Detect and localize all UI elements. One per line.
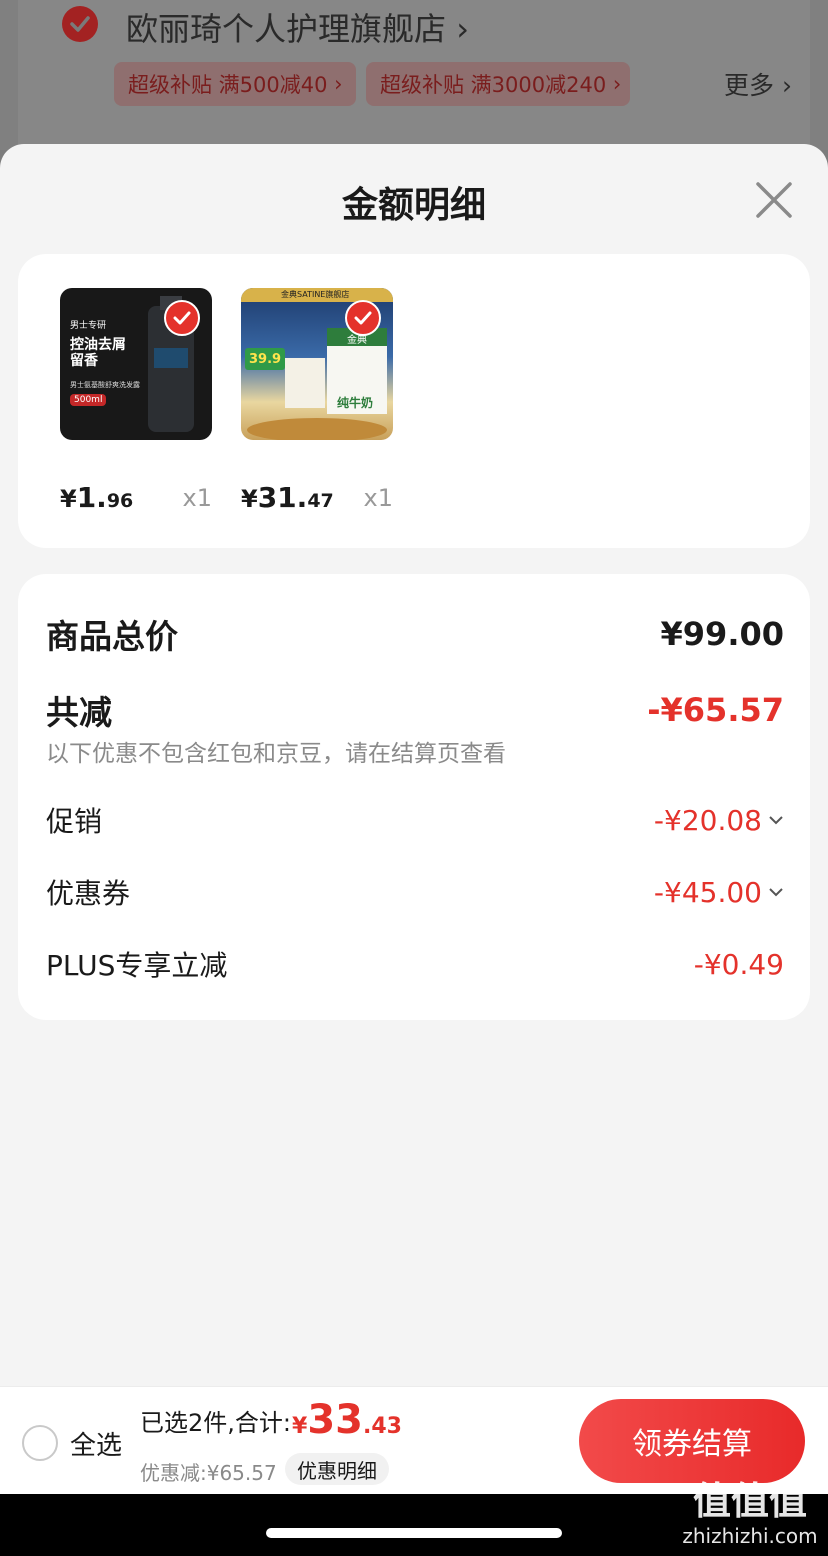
coupon-label: 优惠券 [46, 877, 131, 910]
promotion-value: -¥20.08 [654, 804, 784, 837]
price-row: ¥1.96 x1 [60, 478, 212, 518]
chevron-down-icon [769, 888, 783, 897]
products-card: 男士专研 控油去屑 留香 男士氨基酸舒爽洗发露 500ml ¥1.96 x1 金… [18, 254, 810, 548]
product-item[interactable]: 男士专研 控油去屑 留香 男士氨基酸舒爽洗发露 500ml ¥1.96 x1 [60, 288, 212, 518]
coupon-value: -¥45.00 [654, 876, 784, 909]
product-item[interactable]: 金典SATINE旗舰店 39.9 纯牛奶 金典 ¥31.47 x1 [241, 288, 393, 518]
chevron-right-icon: › [446, 10, 469, 48]
discount-amount-text: 优惠减:¥65.57 [140, 1461, 277, 1485]
watermark-logo: 值值值 [692, 1479, 807, 1523]
promo-tag: 超级补贴 满500减40 › [114, 62, 356, 106]
store-check-icon [62, 6, 98, 42]
more-link: 更多 › [724, 71, 792, 100]
thumb-text: 39.9 [249, 352, 282, 367]
coupon-row[interactable]: 优惠券 -¥45.00 [46, 872, 784, 912]
background-overlay: 欧丽琦个人护理旗舰店 › 超级补贴 满500减40 › 超级补贴 满3000减2… [0, 0, 828, 150]
price-summary-card: 商品总价 ¥99.00 共减 -¥65.57 以下优惠不包含红包和京豆，请在结算… [18, 574, 810, 1020]
amount-detail-sheet: 金额明细 男士专研 控油去屑 留香 男士氨基酸舒爽洗发露 500ml ¥1.96… [0, 144, 828, 1494]
total-price-label: 商品总价 [46, 617, 178, 656]
plus-discount-label: PLUS专享立减 [46, 949, 228, 982]
thumb-text: 金典SATINE旗舰店 [281, 290, 350, 299]
product-quantity: x1 [182, 484, 212, 512]
total-reduce-label: 共减 [46, 693, 112, 732]
promotion-row[interactable]: 促销 -¥20.08 [46, 800, 784, 840]
product-thumbnail: 男士专研 控油去屑 留香 男士氨基酸舒爽洗发露 500ml [60, 288, 212, 440]
thumb-text: 男士氨基酸舒爽洗发露 [70, 381, 140, 389]
select-all-checkbox[interactable] [22, 1425, 58, 1461]
total-reduce-value: -¥65.57 [647, 691, 784, 729]
product-price: ¥1.96 [60, 481, 134, 514]
promo-tag: 超级补贴 满3000减240 › [366, 62, 630, 106]
price-row: ¥31.47 x1 [241, 478, 393, 518]
discount-detail-button[interactable]: 优惠明细 [285, 1453, 389, 1485]
thumb-text: 男士专研 [70, 321, 107, 331]
total-price-row: 商品总价 ¥99.00 [46, 610, 784, 658]
total-price-value: ¥99.00 [660, 615, 784, 653]
store-name: 欧丽琦个人护理旗舰店 › [126, 10, 469, 48]
watermark-site: zhizhizhi.com [682, 1524, 818, 1548]
product-thumbnail: 金典SATINE旗舰店 39.9 纯牛奶 金典 [241, 288, 393, 440]
thumb-text: 纯牛奶 [337, 396, 374, 410]
close-icon [756, 182, 792, 218]
reduce-note: 以下优惠不包含红包和京豆，请在结算页查看 [46, 741, 506, 767]
promotion-label: 促销 [46, 805, 103, 838]
plus-discount-value: -¥0.49 [693, 947, 784, 981]
sheet-title: 金额明细 [341, 185, 486, 226]
chevron-down-icon [769, 816, 783, 825]
product-price: ¥31.47 [241, 481, 334, 514]
total-amount: ¥33.43 [292, 1397, 402, 1443]
selected-check-icon [164, 300, 200, 336]
total-reduce-row: 共减 -¥65.57 [46, 686, 784, 734]
thumb-text: 500ml [70, 394, 107, 406]
close-button[interactable] [752, 178, 796, 222]
select-all-label[interactable]: 全选 [70, 1425, 122, 1462]
thumb-text: 留香 [70, 353, 98, 369]
plus-discount-row: PLUS专享立减 -¥0.49 [46, 944, 784, 984]
product-quantity: x1 [363, 484, 393, 512]
selected-check-icon [345, 300, 381, 336]
background-store-card: 欧丽琦个人护理旗舰店 › 超级补贴 满500减40 › 超级补贴 满3000减2… [18, 0, 810, 150]
selected-count-text: 已选2件,合计: [140, 1409, 291, 1437]
home-indicator[interactable] [266, 1528, 562, 1538]
